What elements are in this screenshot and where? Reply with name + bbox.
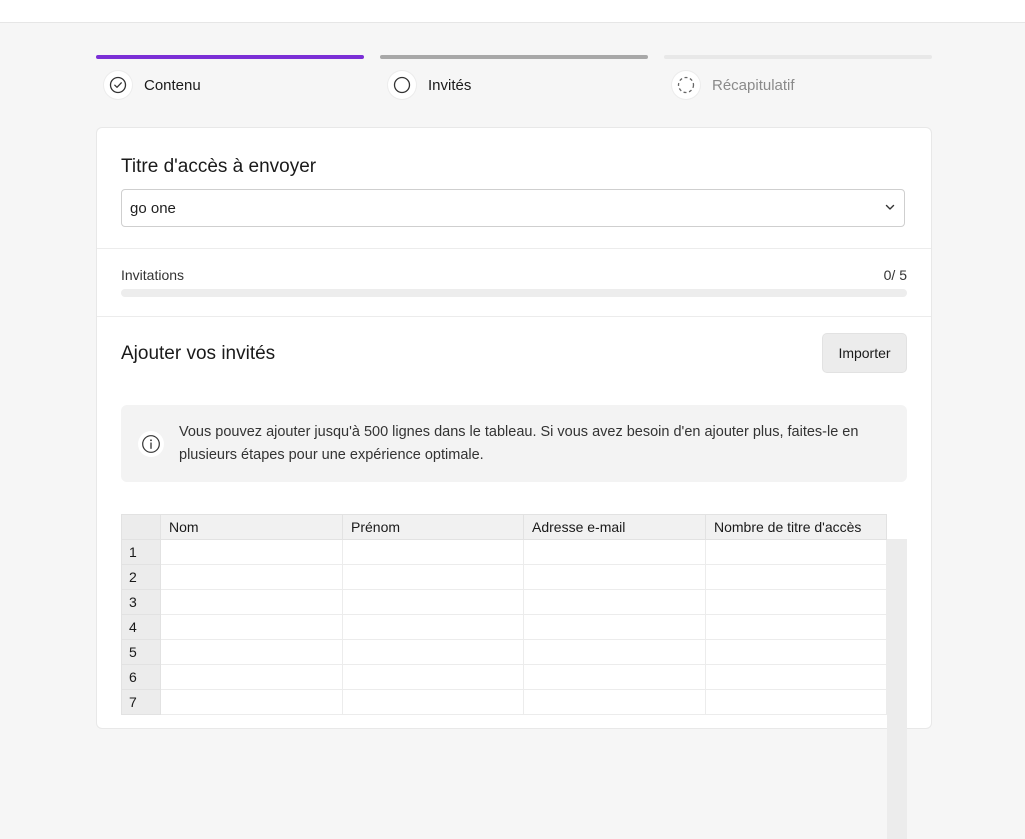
table-cell[interactable]	[160, 564, 343, 590]
step-label: Invités	[428, 76, 472, 94]
row-number: 4	[121, 614, 161, 640]
table-row: 3	[121, 589, 887, 615]
add-guests-title: Ajouter vos invités	[121, 343, 276, 364]
table-cell[interactable]	[160, 639, 343, 665]
info-notice-text: Vous pouvez ajouter jusqu'à 500 lignes d…	[179, 424, 859, 463]
row-number: 5	[121, 639, 161, 665]
invitations-count: 0/ 5	[883, 267, 907, 283]
table-cell[interactable]	[160, 539, 343, 565]
table-header-row: Nom Prénom Adresse e-mail Nombre de titr…	[121, 514, 887, 540]
table-cell[interactable]	[523, 539, 706, 565]
table-row: 5	[121, 639, 887, 665]
table-cell[interactable]	[342, 639, 524, 665]
import-button[interactable]: Importer	[822, 333, 907, 373]
step-recapitulatif[interactable]: Récapitulatif	[664, 55, 932, 99]
row-number: 7	[121, 689, 161, 715]
table-row: 1	[121, 539, 887, 565]
access-section-title: Titre d'accès à envoyer	[121, 156, 317, 177]
row-number: 2	[121, 564, 161, 590]
step-contenu[interactable]: Contenu	[96, 55, 364, 99]
step-invites[interactable]: Invités	[380, 55, 648, 99]
guest-form-card: Titre d'accès à envoyer go one Invitatio…	[96, 127, 932, 839]
table-cell[interactable]	[705, 614, 887, 640]
step-progress-bar	[96, 55, 364, 59]
check-circle-icon	[104, 71, 132, 99]
step-progress-bar	[664, 55, 932, 59]
guest-table: Nom Prénom Adresse e-mail Nombre de titr…	[121, 514, 907, 839]
table-cell[interactable]	[160, 689, 343, 715]
table-cell[interactable]	[705, 539, 887, 565]
access-select-value: go one	[130, 199, 176, 217]
column-header-prenom[interactable]: Prénom	[342, 514, 524, 540]
table-row: 4	[121, 614, 887, 640]
table-cell[interactable]	[160, 664, 343, 690]
divider	[97, 316, 931, 317]
table-cell[interactable]	[523, 589, 706, 615]
top-bar	[0, 0, 1025, 23]
circle-icon	[388, 71, 416, 99]
chevron-down-icon	[884, 200, 896, 217]
table-cell[interactable]	[342, 589, 524, 615]
info-notice: Vous pouvez ajouter jusqu'à 500 lignes d…	[121, 405, 907, 482]
step-label: Contenu	[144, 76, 201, 94]
access-select[interactable]: go one	[121, 189, 905, 227]
row-number: 6	[121, 664, 161, 690]
table-cell[interactable]	[705, 664, 887, 690]
info-icon	[138, 431, 164, 457]
table-cell[interactable]	[342, 689, 524, 715]
stepper: Contenu Invités Récapitulatif	[96, 55, 932, 105]
table-cell[interactable]	[342, 664, 524, 690]
column-header-ticket-count[interactable]: Nombre de titre d'accès	[705, 514, 887, 540]
table-cell[interactable]	[705, 689, 887, 715]
step-label: Récapitulatif	[712, 76, 795, 94]
column-header-nom[interactable]: Nom	[160, 514, 343, 540]
table-cell[interactable]	[523, 639, 706, 665]
column-header-email[interactable]: Adresse e-mail	[523, 514, 706, 540]
table-cell[interactable]	[342, 564, 524, 590]
table-cell[interactable]	[523, 614, 706, 640]
table-row: 7	[121, 689, 887, 715]
table-cell[interactable]	[523, 564, 706, 590]
row-number: 1	[121, 539, 161, 565]
table-cell[interactable]	[705, 564, 887, 590]
invitations-label: Invitations	[121, 267, 185, 283]
table-corner-cell	[121, 514, 161, 540]
table-cell[interactable]	[705, 639, 887, 665]
row-number: 3	[121, 589, 161, 615]
step-progress-bar	[380, 55, 648, 59]
table-cell[interactable]	[523, 689, 706, 715]
table-row: 2	[121, 564, 887, 590]
dashed-circle-icon	[672, 71, 700, 99]
table-cell[interactable]	[523, 664, 706, 690]
divider	[97, 248, 931, 249]
invitations-progress	[121, 289, 907, 297]
table-cell[interactable]	[160, 614, 343, 640]
table-cell[interactable]	[342, 539, 524, 565]
table-cell[interactable]	[342, 614, 524, 640]
table-cell[interactable]	[160, 589, 343, 615]
table-scrollbar[interactable]	[887, 539, 907, 839]
table-row: 6	[121, 664, 887, 690]
table-cell[interactable]	[705, 589, 887, 615]
